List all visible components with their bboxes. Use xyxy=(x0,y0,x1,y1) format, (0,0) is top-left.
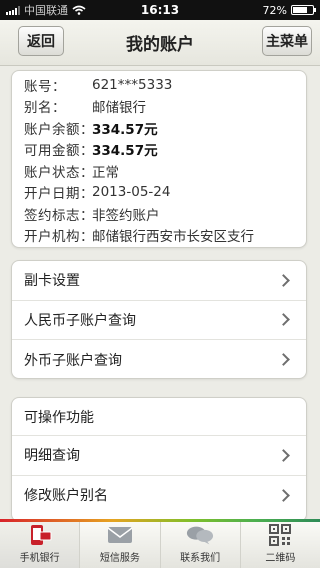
chevron-right-icon xyxy=(277,313,290,327)
chevron-right-icon xyxy=(277,273,290,287)
qr-code-icon xyxy=(266,524,294,546)
main-menu-button[interactable]: 主菜单 xyxy=(262,26,312,56)
menu-item-label: 明细查询 xyxy=(24,448,80,465)
tab-label: 短信服务 xyxy=(99,553,140,564)
info-label: 开户日期： xyxy=(24,186,94,203)
phone-bank-icon xyxy=(26,524,54,546)
status-value: 正常 xyxy=(92,164,119,181)
menu-item-label: 修改账户别名 xyxy=(24,488,108,505)
tab-label: 二维码 xyxy=(265,553,296,564)
section-title: 可操作功能 xyxy=(24,409,94,426)
menu-item-label: 外币子账户查询 xyxy=(24,352,122,369)
tab-qr-code[interactable]: 二维码 xyxy=(241,522,320,568)
menu-item-foreign-subaccount[interactable]: 外币子账户查询 xyxy=(12,340,306,378)
wifi-icon xyxy=(72,5,86,15)
info-label: 账户状态： xyxy=(24,164,94,181)
tab-bar: 手机银行 短信服务 联系我们 二维码 xyxy=(0,522,320,568)
chevron-right-icon xyxy=(277,448,290,462)
menu-item-rmb-subaccount[interactable]: 人民币子账户查询 xyxy=(12,301,306,340)
contract-row: 签约标志： 非签约账户 xyxy=(24,203,306,225)
info-label: 可用金额： xyxy=(24,143,94,160)
available-row: 可用金额： 334.57元 xyxy=(24,139,306,161)
account-info-card: 账号： 621***5333 别名： 邮储银行 账户余额： 334.57元 可用… xyxy=(11,70,307,248)
chat-bubbles-icon xyxy=(186,524,214,546)
menu-item-secondary-card[interactable]: 副卡设置 xyxy=(12,261,306,301)
battery-percent: 72% xyxy=(262,3,287,17)
page-title: 我的账户 xyxy=(126,35,194,55)
branch-value: 邮储银行西安市长安区支行 xyxy=(92,229,254,246)
chevron-right-icon xyxy=(277,353,290,367)
envelope-icon xyxy=(106,524,134,546)
balance-row: 账户余额： 334.57元 xyxy=(24,117,306,139)
chevron-right-icon xyxy=(277,488,290,502)
menu-item-transaction-details[interactable]: 明细查询 xyxy=(12,436,306,476)
info-label: 签约标志： xyxy=(24,207,94,224)
info-label: 账户余额： xyxy=(24,121,94,138)
status-row: 账户状态： 正常 xyxy=(24,160,306,182)
status-left: 中国联通 xyxy=(6,2,86,18)
alias-row: 别名： 邮储银行 xyxy=(24,96,306,118)
open-date-value: 2013-05-24 xyxy=(92,184,171,201)
tab-label: 联系我们 xyxy=(180,553,221,564)
menu-item-label: 副卡设置 xyxy=(24,273,80,290)
menu-item-label: 人民币子账户查询 xyxy=(24,312,136,329)
status-bar: 中国联通 16:13 72% xyxy=(0,0,320,20)
tab-sms-service[interactable]: 短信服务 xyxy=(80,522,161,568)
signal-icon xyxy=(6,5,20,15)
tab-mobile-banking[interactable]: 手机银行 xyxy=(0,522,81,568)
account-number: 621***5333 xyxy=(92,76,173,93)
info-label: 别名： xyxy=(24,100,66,117)
info-label: 开户机构： xyxy=(24,229,94,246)
tab-contact-us[interactable]: 联系我们 xyxy=(161,522,241,568)
branch-row: 开户机构： 邮储银行西安市长安区支行 xyxy=(24,225,306,247)
battery-icon xyxy=(291,5,316,15)
operations-card: 可操作功能 明细查询 修改账户别名 xyxy=(11,397,307,522)
open-date-row: 开户日期： 2013-05-24 xyxy=(24,182,306,204)
operations-header: 可操作功能 xyxy=(12,398,306,436)
available-value: 334.57元 xyxy=(92,143,158,160)
menu-item-edit-alias[interactable]: 修改账户别名 xyxy=(12,476,306,516)
status-right: 72% xyxy=(262,3,316,17)
nav-bar: 返回 我的账户 主菜单 xyxy=(0,20,320,66)
contract-value: 非签约账户 xyxy=(92,207,160,224)
back-button[interactable]: 返回 xyxy=(18,26,64,56)
balance-value: 334.57元 xyxy=(92,121,158,138)
info-label: 账号： xyxy=(24,78,66,95)
subaccount-menu-card: 副卡设置 人民币子账户查询 外币子账户查询 xyxy=(11,260,307,379)
tab-label: 手机银行 xyxy=(19,553,60,564)
alias-value: 邮储银行 xyxy=(92,100,146,117)
account-number-row: 账号： 621***5333 xyxy=(24,74,306,96)
carrier-label: 中国联通 xyxy=(24,4,68,17)
